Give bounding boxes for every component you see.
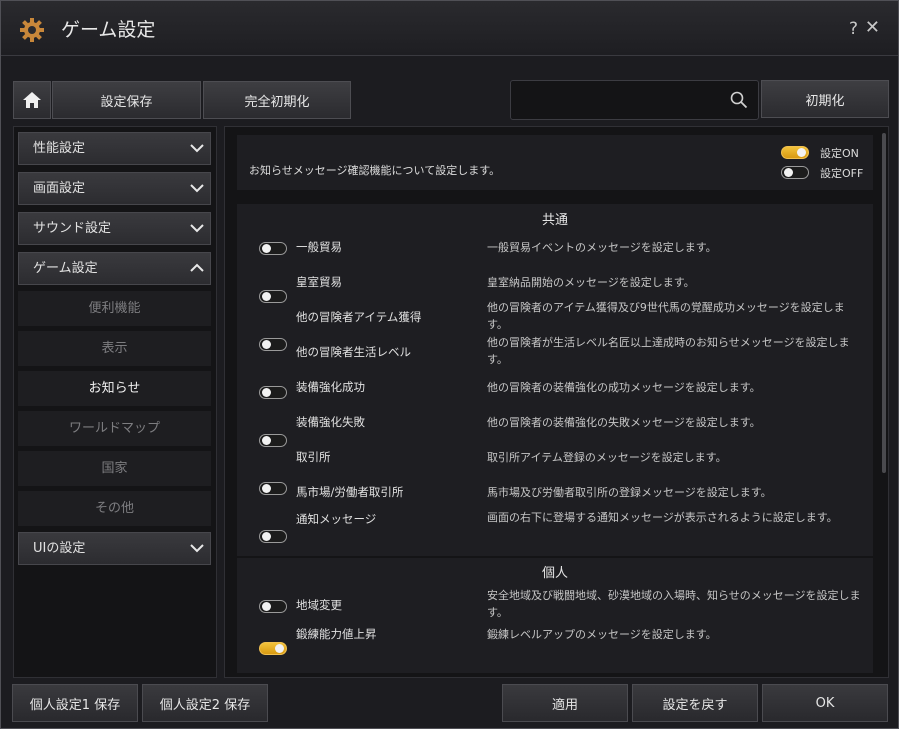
sidebar-item-other[interactable]: その他 bbox=[18, 491, 211, 526]
option-toggle[interactable] bbox=[259, 242, 287, 255]
apply-button[interactable]: 適用 bbox=[502, 684, 628, 722]
save-preset-1-button[interactable]: 個人設定1 保存 bbox=[12, 684, 138, 722]
sidebar-category-game[interactable]: ゲーム設定 bbox=[18, 252, 211, 285]
ok-button[interactable]: OK bbox=[762, 684, 888, 722]
option-toggle[interactable] bbox=[259, 386, 287, 399]
section-title: 共通 bbox=[541, 213, 568, 228]
option-toggle[interactable] bbox=[259, 434, 287, 447]
option-description: 取引所アイテム登録のメッセージを設定します。 bbox=[487, 451, 727, 464]
settings-window: ゲーム設定 ? ✕ 設定保存 完全初期化 初期化 性能設定 画面設定 サウンド設… bbox=[0, 0, 899, 729]
gear-icon bbox=[20, 18, 44, 42]
chevron-down-icon bbox=[190, 544, 204, 553]
search-input[interactable] bbox=[517, 89, 721, 113]
option-toggle[interactable] bbox=[259, 530, 287, 543]
option-description: 他の冒険者の装備強化の成功メッセージを設定します。 bbox=[487, 381, 761, 394]
option-toggle[interactable] bbox=[259, 600, 287, 613]
sidebar-item-convenience[interactable]: 便利機能 bbox=[18, 291, 211, 326]
option-label: 地域変更 bbox=[296, 598, 342, 612]
sidebar-item-nation[interactable]: 国家 bbox=[18, 451, 211, 486]
help-button[interactable]: ? bbox=[849, 19, 858, 39]
option-description: 安全地域及び戦闘地域、砂漠地域の入場時、知らせのメッセージを設定します。 bbox=[487, 589, 861, 619]
full-reset-button[interactable]: 完全初期化 bbox=[203, 81, 351, 119]
option-description: 一般貿易イベントのメッセージを設定します。 bbox=[487, 241, 717, 254]
option-label: 装備強化成功 bbox=[296, 380, 365, 394]
option-toggle[interactable] bbox=[259, 338, 287, 351]
option-label: 取引所 bbox=[296, 450, 331, 464]
content-scrollbar[interactable] bbox=[882, 133, 886, 473]
chevron-down-icon bbox=[190, 224, 204, 233]
option-toggle[interactable] bbox=[259, 482, 287, 495]
info-bar: お知らせメッセージ確認機能について設定します。 設定ON 設定OFF bbox=[237, 135, 873, 190]
chevron-down-icon bbox=[190, 144, 204, 153]
section-personal: 個人 地域変更 安全地域及び戦闘地域、砂漠地域の入場時、知らせのメッセージを設定し… bbox=[237, 558, 873, 673]
search-box[interactable] bbox=[510, 80, 759, 120]
legend-toggle-off bbox=[781, 166, 809, 179]
title-bar[interactable]: ゲーム設定 ? ✕ bbox=[1, 1, 898, 56]
option-description: 他の冒険者が生活レベル名匠以上達成時のお知らせメッセージを設定します。 bbox=[487, 336, 850, 366]
sidebar-item-display[interactable]: 表示 bbox=[18, 331, 211, 366]
option-description: 他の冒険者の装備強化の失敗メッセージを設定します。 bbox=[487, 416, 761, 429]
legend-on-label: 設定ON bbox=[820, 147, 859, 160]
save-settings-button[interactable]: 設定保存 bbox=[52, 81, 201, 119]
chevron-up-icon bbox=[190, 263, 204, 272]
info-text: お知らせメッセージ確認機能について設定します。 bbox=[249, 164, 501, 177]
sidebar-category-label: 性能設定 bbox=[33, 141, 86, 156]
sidebar-category-display[interactable]: 画面設定 bbox=[18, 172, 211, 205]
sidebar-item-world-map[interactable]: ワールドマップ bbox=[18, 411, 211, 446]
sidebar-category-ui[interactable]: UIの設定 bbox=[18, 532, 211, 565]
option-description: 画面の右下に登場する通知メッセージが表示されるように設定します。 bbox=[487, 511, 838, 524]
option-label: 他の冒険者生活レベル bbox=[296, 345, 411, 359]
option-label: 皇室貿易 bbox=[296, 275, 342, 289]
legend-toggle-on bbox=[781, 146, 809, 159]
option-label: 通知メッセージ bbox=[296, 512, 377, 526]
section-title: 個人 bbox=[541, 566, 568, 581]
option-label: 一般貿易 bbox=[296, 240, 342, 254]
sidebar-category-label: UIの設定 bbox=[33, 541, 86, 556]
home-icon bbox=[23, 92, 41, 108]
sidebar-category-sound[interactable]: サウンド設定 bbox=[18, 212, 211, 245]
sidebar-category-label: サウンド設定 bbox=[33, 221, 112, 236]
settings-content: お知らせメッセージ確認機能について設定します。 設定ON 設定OFF 共通 一般… bbox=[224, 126, 889, 678]
option-description: 馬市場及び労働者取引所の登録メッセージを設定します。 bbox=[487, 486, 772, 499]
option-description: 鍛練レベルアップのメッセージを設定します。 bbox=[487, 628, 717, 641]
save-preset-2-button[interactable]: 個人設定2 保存 bbox=[142, 684, 268, 722]
option-label: 他の冒険者アイテム獲得 bbox=[296, 310, 422, 324]
option-label: 鍛練能力値上昇 bbox=[296, 627, 377, 641]
section-common: 共通 一般貿易 一般貿易イベントのメッセージを設定します。皇室貿易 皇室納品開始のメ… bbox=[237, 204, 873, 631]
search-icon[interactable] bbox=[730, 91, 748, 109]
sidebar-item-notifications[interactable]: お知らせ bbox=[18, 371, 211, 406]
option-description: 他の冒険者のアイテム獲得及び9世代馬の覚醒成功メッセージを設定します。 bbox=[487, 301, 845, 331]
sidebar-category-label: 画面設定 bbox=[33, 181, 86, 196]
settings-sidebar: 性能設定 画面設定 サウンド設定 ゲーム設定 便利機能 表示 お知らせ ワールド… bbox=[13, 126, 217, 678]
revert-settings-button[interactable]: 設定を戻す bbox=[632, 684, 758, 722]
option-label: 装備強化失敗 bbox=[296, 415, 365, 429]
option-label: 馬市場/労働者取引所 bbox=[296, 485, 404, 499]
chevron-down-icon bbox=[190, 184, 204, 193]
option-toggle[interactable] bbox=[259, 642, 287, 655]
close-button[interactable]: ✕ bbox=[865, 17, 880, 38]
window-title: ゲーム設定 bbox=[61, 19, 156, 41]
sidebar-category-performance[interactable]: 性能設定 bbox=[18, 132, 211, 165]
home-button[interactable] bbox=[13, 81, 51, 119]
sidebar-category-label: ゲーム設定 bbox=[33, 261, 98, 276]
reset-button[interactable]: 初期化 bbox=[761, 80, 889, 118]
legend-off-label: 設定OFF bbox=[820, 167, 864, 180]
option-description: 皇室納品開始のメッセージを設定します。 bbox=[487, 276, 695, 289]
option-toggle[interactable] bbox=[259, 290, 287, 303]
